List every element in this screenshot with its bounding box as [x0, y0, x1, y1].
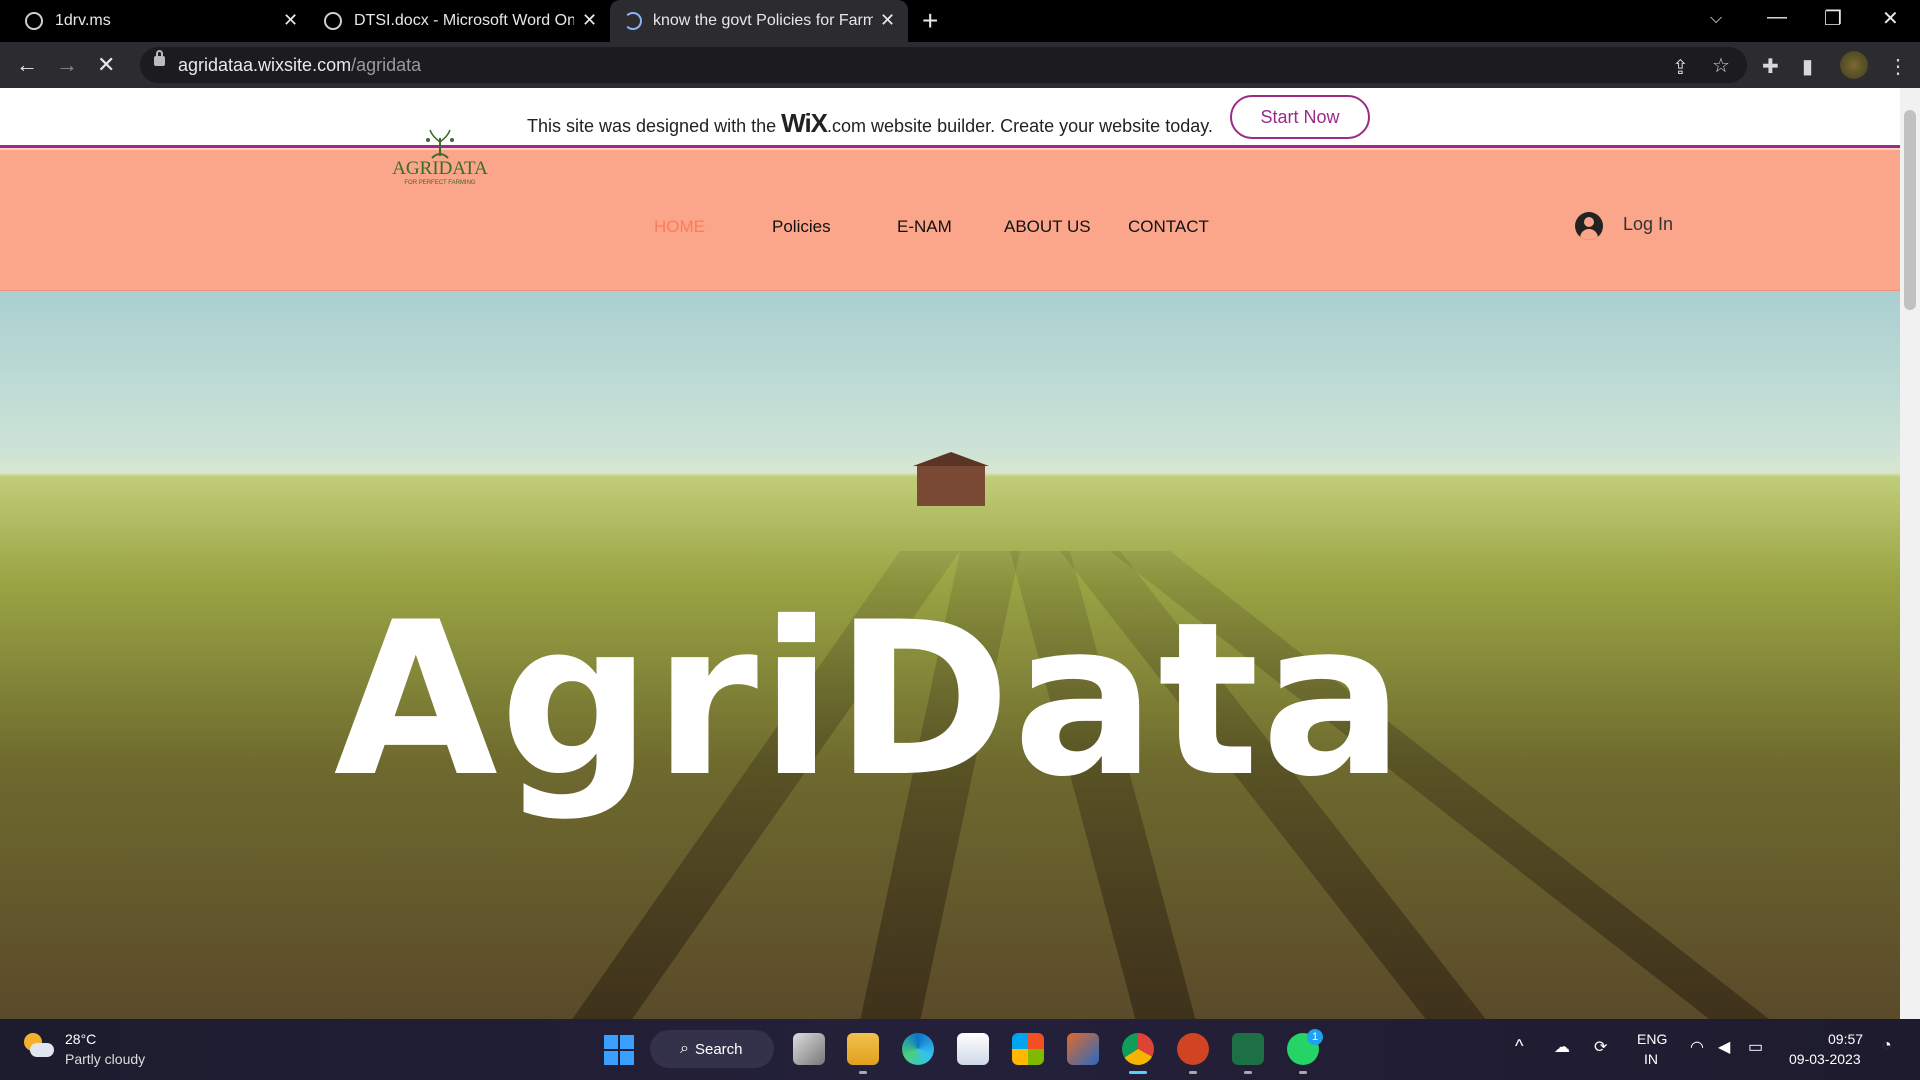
show-hidden-icons-chevron-icon[interactable]: ^	[1515, 1036, 1523, 1057]
running-indicator	[1299, 1071, 1307, 1074]
banner-text-before: This site was designed with the	[527, 116, 782, 136]
wix-banner-text: This site was designed with the WiX.com …	[527, 108, 1213, 139]
side-panel-icon[interactable]: ▮	[1802, 54, 1813, 79]
running-indicator	[1244, 1071, 1252, 1074]
stop-loading-icon[interactable]: ✕	[97, 52, 115, 78]
weather-description[interactable]: Partly cloudy	[65, 1051, 145, 1067]
login-label: Log In	[1623, 214, 1674, 234]
windows-start-icon[interactable]	[604, 1035, 634, 1065]
tab-title: 1drv.ms	[55, 12, 111, 29]
volume-icon[interactable]: ◀	[1718, 1037, 1730, 1057]
language-indicator[interactable]: ENG	[1637, 1031, 1667, 1047]
url-path: /agridata	[351, 55, 422, 75]
powerpoint-icon[interactable]	[1177, 1033, 1209, 1065]
nav-policies[interactable]: Policies	[772, 217, 831, 237]
matlab-icon[interactable]	[1067, 1033, 1099, 1065]
profile-avatar[interactable]	[1840, 51, 1868, 79]
notifications-icon[interactable]: ◔	[1882, 1037, 1892, 1055]
tab-title: DTSI.docx - Microsoft Word Online	[354, 12, 574, 29]
search-label: Search	[694, 1040, 743, 1058]
globe-icon	[324, 12, 342, 30]
address-bar[interactable]: agridataa.wixsite.com/agridata ⇪ ☆	[140, 47, 1747, 83]
excel-icon[interactable]	[1232, 1033, 1264, 1065]
close-tab-icon[interactable]: ✕	[880, 10, 895, 31]
browser-tab[interactable]: DTSI.docx - Microsoft Word Online ✕	[312, 0, 607, 42]
office-icon[interactable]	[1012, 1033, 1044, 1065]
chrome-icon[interactable]	[1122, 1033, 1154, 1065]
file-explorer-icon[interactable]	[847, 1033, 879, 1065]
url-text: agridataa.wixsite.com/agridata	[178, 55, 421, 76]
tab-title: know the govt Policies for Farmers	[653, 12, 873, 29]
partly-cloudy-icon[interactable]	[24, 1033, 54, 1063]
close-tab-icon[interactable]: ✕	[582, 10, 597, 31]
onedrive-cloud-icon[interactable]: ☁	[1554, 1037, 1570, 1057]
battery-icon[interactable]: ▭	[1748, 1037, 1763, 1057]
new-tab-button[interactable]: +	[922, 5, 938, 37]
banner-text-after: .com website builder. Create your websit…	[827, 116, 1213, 136]
logo-tagline: FOR PERFECT FARMING	[404, 180, 476, 186]
windows-taskbar: 28°C Partly cloudy ⌕ Search 1 ^ ☁ ⟳ ENG …	[0, 1019, 1920, 1080]
plant-hand-icon	[426, 129, 454, 159]
logo-text: AGRIDATA	[392, 158, 488, 179]
start-now-button[interactable]: Start Now	[1230, 95, 1370, 139]
lock-icon[interactable]	[154, 50, 165, 66]
taskbar-search-button[interactable]: ⌕ Search	[650, 1030, 774, 1068]
globe-icon	[25, 12, 43, 30]
search-icon: ⌕	[680, 1040, 689, 1057]
menu-dots-icon[interactable]: ⋮	[1888, 54, 1908, 79]
microsoft-store-icon[interactable]	[957, 1033, 989, 1065]
nav-about-us[interactable]: ABOUT US	[1004, 217, 1091, 237]
page-scrollbar[interactable]	[1900, 88, 1920, 1019]
bookmark-star-icon[interactable]: ☆	[1712, 53, 1730, 78]
login-button[interactable]: Log In	[1575, 210, 1675, 240]
running-indicator-active	[1129, 1071, 1147, 1074]
hero-banner: AgriData	[0, 291, 1900, 1019]
loading-spinner-icon	[624, 12, 642, 30]
wix-logo: WiX	[781, 108, 828, 138]
nav-contact[interactable]: CONTACT	[1128, 217, 1209, 237]
task-view-icon[interactable]	[793, 1033, 825, 1065]
restore-icon[interactable]: ❐	[1824, 6, 1842, 31]
extensions-puzzle-icon[interactable]: ✚	[1762, 54, 1779, 79]
wix-banner: This site was designed with the WiX.com …	[0, 88, 1900, 148]
nav-e-nam[interactable]: E-NAM	[897, 217, 952, 237]
close-tab-icon[interactable]: ✕	[283, 10, 298, 31]
browser-toolbar: ← → ✕ agridataa.wixsite.com/agridata ⇪ ☆…	[0, 42, 1920, 88]
farmhouse-image	[913, 452, 989, 506]
close-window-icon[interactable]: ✕	[1882, 6, 1899, 31]
clock-date[interactable]: 09-03-2023	[1789, 1051, 1861, 1067]
forward-arrow-icon[interactable]: →	[56, 52, 78, 78]
notification-badge: 1	[1307, 1029, 1323, 1045]
nav-home[interactable]: HOME	[654, 217, 705, 237]
user-icon	[1575, 212, 1603, 240]
browser-tab-active[interactable]: know the govt Policies for Farmers ✕	[610, 0, 908, 42]
weather-temperature[interactable]: 28°C	[65, 1031, 96, 1047]
scrollbar-thumb[interactable]	[1904, 110, 1916, 310]
browser-tab[interactable]: 1drv.ms ✕	[0, 0, 305, 42]
input-region[interactable]: IN	[1644, 1051, 1658, 1067]
minimize-icon[interactable]: —	[1767, 6, 1787, 29]
share-icon[interactable]: ⇪	[1672, 55, 1689, 80]
wifi-icon[interactable]: ◠	[1690, 1037, 1704, 1057]
site-logo[interactable]: AGRIDATA FOR PERFECT FARMING	[392, 128, 488, 198]
hero-title: AgriData	[333, 576, 1407, 823]
back-arrow-icon[interactable]: ←	[16, 52, 38, 78]
sync-icon[interactable]: ⟳	[1594, 1037, 1607, 1057]
url-host: agridataa.wixsite.com	[178, 55, 352, 75]
running-indicator	[859, 1071, 867, 1074]
edge-browser-icon[interactable]	[902, 1033, 934, 1065]
clock-time[interactable]: 09:57	[1828, 1031, 1863, 1047]
browser-tab-strip: 1drv.ms ✕ DTSI.docx - Microsoft Word Onl…	[0, 0, 1920, 42]
running-indicator	[1189, 1071, 1197, 1074]
tab-search-chevron-icon[interactable]: ⌵	[1710, 10, 1722, 28]
